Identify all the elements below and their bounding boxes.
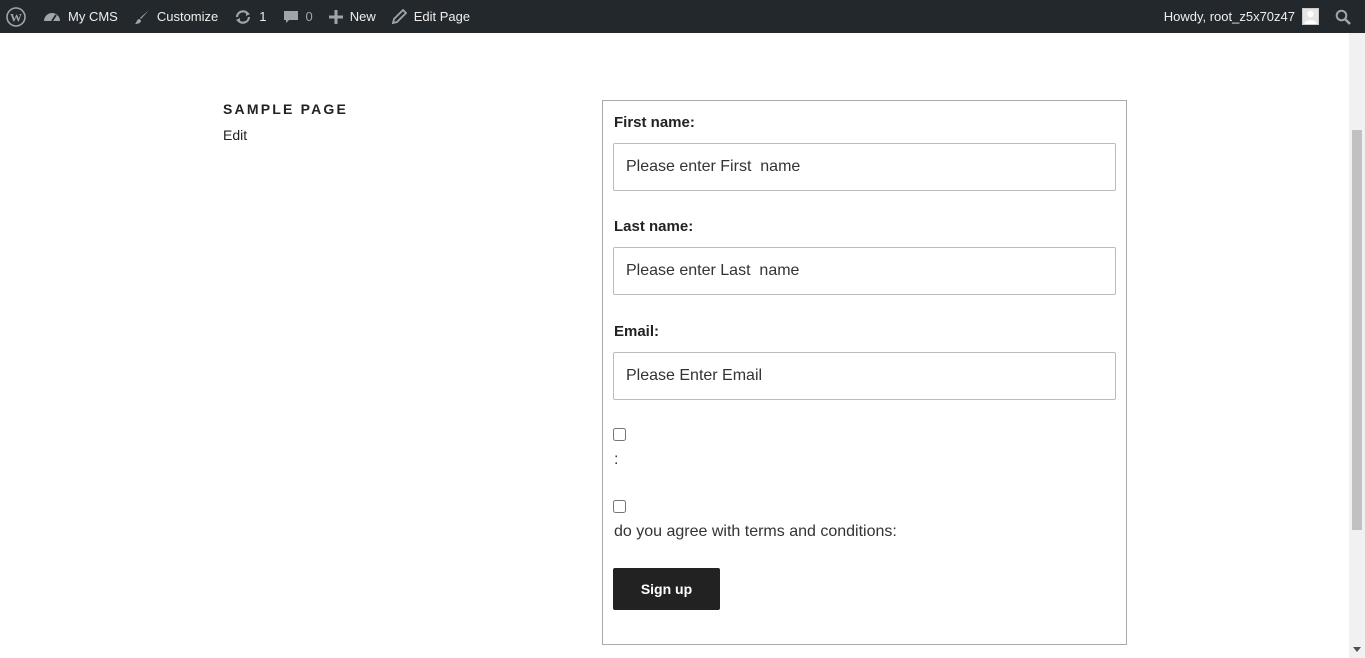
dashboard-icon bbox=[43, 9, 61, 25]
edit-page-label: Edit Page bbox=[413, 9, 471, 24]
signup-form: First name: Last name: Email: : do you a… bbox=[602, 100, 1127, 645]
avatar-icon bbox=[1302, 8, 1319, 25]
admin-bar-right: Howdy, root_z5x70z47 bbox=[1156, 0, 1365, 33]
svg-text:W: W bbox=[10, 10, 22, 24]
comments-count: 0 bbox=[305, 9, 313, 24]
email-input[interactable] bbox=[613, 352, 1116, 400]
site-name-label: My CMS bbox=[68, 9, 118, 24]
page-title: SAMPLE PAGE bbox=[223, 101, 349, 117]
howdy-label: Howdy, root_z5x70z47 bbox=[1163, 9, 1295, 24]
last-name-input[interactable] bbox=[613, 247, 1116, 295]
customize-link[interactable]: Customize bbox=[126, 0, 226, 33]
comments-link[interactable]: 0 bbox=[275, 0, 321, 33]
brush-icon bbox=[134, 9, 150, 25]
admin-bar: W My CMS Customize 1 0 New Edit Page How… bbox=[0, 0, 1365, 33]
page-scrollbar[interactable] bbox=[1349, 33, 1365, 658]
updates-count: 1 bbox=[259, 9, 267, 24]
edit-link[interactable]: Edit bbox=[223, 127, 247, 143]
updates-link[interactable]: 1 bbox=[226, 0, 274, 33]
scroll-down-arrow-icon[interactable] bbox=[1353, 647, 1361, 652]
pencil-icon bbox=[391, 9, 407, 24]
first-name-input[interactable] bbox=[613, 143, 1116, 191]
comment-icon bbox=[283, 9, 299, 25]
wordpress-icon: W bbox=[6, 6, 26, 27]
wordpress-menu[interactable]: W bbox=[0, 0, 35, 33]
refresh-icon bbox=[234, 9, 252, 25]
plus-icon bbox=[328, 9, 343, 24]
last-name-label: Last name: bbox=[614, 218, 694, 235]
checkbox-1[interactable] bbox=[613, 428, 626, 441]
new-label: New bbox=[349, 9, 376, 24]
admin-bar-left: W My CMS Customize 1 0 New Edit Page bbox=[0, 0, 478, 33]
sign-up-button[interactable]: Sign up bbox=[613, 568, 720, 610]
email-label: Email: bbox=[614, 323, 660, 340]
checkbox-1-label: : bbox=[614, 451, 619, 468]
customize-label: Customize bbox=[156, 9, 219, 24]
my-account-menu[interactable]: Howdy, root_z5x70z47 bbox=[1156, 0, 1325, 33]
first-name-label: First name: bbox=[614, 114, 695, 131]
search-button[interactable] bbox=[1325, 0, 1365, 33]
edit-page-link[interactable]: Edit Page bbox=[384, 0, 478, 33]
terms-checkbox-label: do you agree with terms and conditions: bbox=[614, 523, 897, 540]
search-icon bbox=[1335, 9, 1351, 25]
site-name-menu[interactable]: My CMS bbox=[35, 0, 126, 33]
new-content-menu[interactable]: New bbox=[321, 0, 384, 33]
terms-checkbox[interactable] bbox=[613, 500, 626, 513]
scrollbar-thumb[interactable] bbox=[1352, 130, 1362, 530]
